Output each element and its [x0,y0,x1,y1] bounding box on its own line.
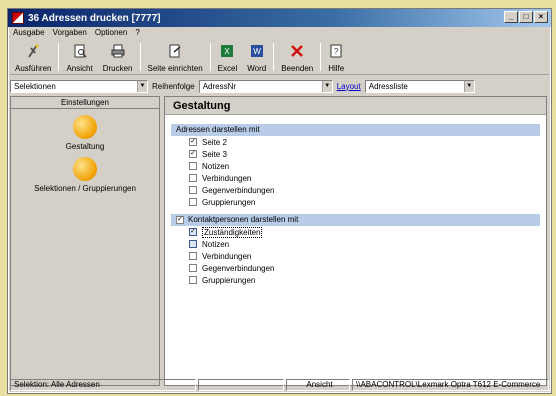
selection-icon [73,157,97,181]
checkbox[interactable] [189,240,197,248]
minimize-button[interactable]: _ [504,11,518,23]
status-selektion: Selektion: Alle Adressen [10,379,196,391]
option-zustaendigkeiten[interactable]: ✓ Zuständigkeiten [189,226,546,238]
word-button[interactable]: W Word [242,43,271,73]
menu-bar: Ausgabe Vorgaben Optionen ? [10,28,140,40]
selektionen-dropdown[interactable]: Selektionen ▼ [10,79,148,93]
chevron-down-icon[interactable]: ▼ [321,80,332,92]
layout-link[interactable]: Layout [337,82,361,91]
layout-dropdown[interactable]: Adressliste ▼ [364,79,475,93]
checkbox[interactable]: ✓ [189,228,197,236]
svg-text:W: W [253,47,261,56]
option-k-verbindungen[interactable]: Verbindungen [189,250,546,262]
window-title: 36 Adressen drucken [7777] [28,12,161,24]
checkbox[interactable] [189,264,197,272]
option-seite3[interactable]: ✓ Seite 3 [189,148,546,160]
title-bar[interactable]: 36 Adressen drucken [7777] _ □ × [8,9,551,27]
menu-optionen[interactable]: Optionen [95,28,127,40]
group-header-kontaktpersonen[interactable]: ✓ Kontaktpersonen darstellen mit [171,214,540,226]
menu-vorgaben[interactable]: Vorgaben [53,28,87,40]
app-icon [12,12,24,24]
checkbox[interactable] [189,186,197,194]
toolbar: Ausführen Ansicht Drucken Seite einricht… [10,41,549,75]
checkbox[interactable]: ✓ [189,150,197,158]
execute-icon [25,43,41,59]
close-icon [289,43,305,59]
word-icon: W [249,43,265,59]
menu-ausgabe[interactable]: Ausgabe [13,28,45,40]
option-gegenverbindungen[interactable]: Gegenverbindungen [189,184,546,196]
chevron-down-icon[interactable]: ▼ [463,80,474,92]
settings-sidebar: Einstellungen Gestaltung Selektionen / G… [10,96,160,386]
checkbox[interactable] [189,252,197,260]
design-icon [73,115,97,139]
maximize-button[interactable]: □ [519,11,533,23]
option-k-gruppierungen[interactable]: Gruppierungen [189,274,546,286]
checkbox[interactable] [189,198,197,206]
help-button[interactable]: ? Hilfe [323,43,349,73]
option-verbindungen[interactable]: Verbindungen [189,172,546,184]
preview-button[interactable]: Ansicht [61,43,97,73]
status-mode: Ansicht [286,379,350,391]
selection-bar: Selektionen ▼ Reihenfolge AdressNr ▼ Lay… [10,78,549,94]
preview-icon [72,43,88,59]
checkbox[interactable] [189,174,197,182]
app-window: 36 Adressen drucken [7777] _ □ × Ausgabe… [7,8,552,394]
close-window-button[interactable]: × [534,11,548,23]
svg-text:?: ? [334,47,339,56]
excel-icon: X [219,43,235,59]
option-gruppierungen[interactable]: Gruppierungen [189,196,546,208]
group-header-adressen: Adressen darstellen mit [171,124,540,136]
option-k-gegenverbindungen[interactable]: Gegenverbindungen [189,262,546,274]
menu-help[interactable]: ? [135,28,139,40]
page-setup-button[interactable]: Seite einrichten [143,43,208,73]
status-bar: Selektion: Alle Adressen Ansicht \\ABACO… [10,379,549,391]
exit-button[interactable]: Beenden [276,43,318,73]
help-icon: ? [328,43,344,59]
svg-text:X: X [225,47,231,56]
page-setup-icon [167,43,183,59]
option-notizen[interactable]: Notizen [189,160,546,172]
reihenfolge-dropdown[interactable]: AdressNr ▼ [198,79,333,93]
execute-button[interactable]: Ausführen [10,43,56,73]
checkbox[interactable]: ✓ [176,216,184,224]
checkbox[interactable] [189,162,197,170]
settings-panel: Gestaltung Adressen darstellen mit ✓ Seit… [164,96,547,386]
chevron-down-icon[interactable]: ▼ [137,80,147,92]
sidebar-header: Einstellungen [11,97,159,109]
sidebar-item-selektionen[interactable]: Selektionen / Gruppierungen [11,157,159,193]
print-button[interactable]: Drucken [98,43,138,73]
reihenfolge-label: Reihenfolge [152,81,195,91]
sidebar-item-gestaltung[interactable]: Gestaltung [11,115,159,151]
printer-icon [110,43,126,59]
option-k-notizen[interactable]: Notizen [189,238,546,250]
page-title: Gestaltung [165,97,546,115]
checkbox[interactable]: ✓ [189,138,197,146]
option-seite2[interactable]: ✓ Seite 2 [189,136,546,148]
status-empty [198,379,284,391]
status-printer: \\ABACONTROL\Lexmark Optra T612 E-Commer… [352,379,549,391]
excel-button[interactable]: X Excel [213,43,243,73]
checkbox[interactable] [189,276,197,284]
